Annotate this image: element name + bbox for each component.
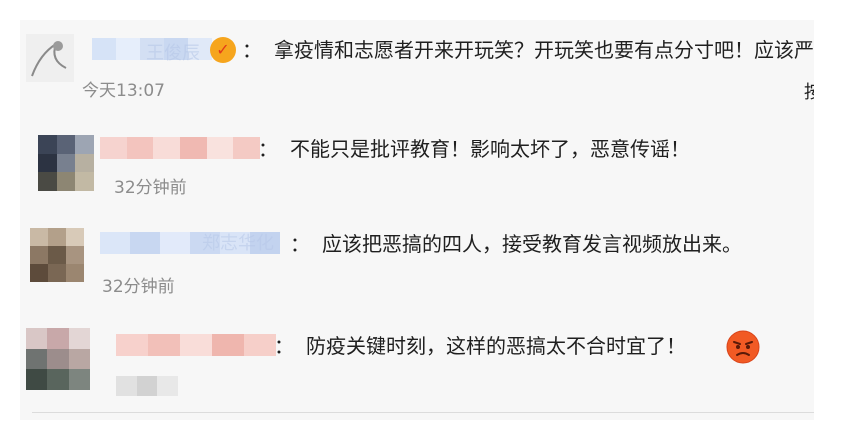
comment-time: 32分钟前 (102, 277, 175, 297)
avatar[interactable] (26, 34, 74, 82)
reply-action-partial[interactable]: 按 (804, 78, 814, 104)
list-divider (32, 412, 814, 413)
comment-text: ：防疫关键时刻，这样的恶搞太不合时宜了！ (274, 334, 686, 358)
comment-text: ：不能只是批评教育！影响太坏了，恶意传谣！ (258, 137, 690, 161)
verified-v-badge-icon: ✓ (210, 37, 236, 63)
comment-item: 郑志华化 ：应该把恶搞的四人，接受教育发言视频放出来。 32分钟前 (20, 210, 814, 310)
comment-item: 王俊辰 ✓ ：拿疫情和志愿者开来开玩笑？开玩笑也要有点分寸吧！应该严惩 今天13… (20, 20, 814, 115)
angry-face-emoji-icon (726, 330, 760, 364)
comment-time: 今天13:07 (82, 81, 165, 101)
username-blurred[interactable] (100, 137, 261, 159)
comment-item: ：不能只是批评教育！影响太坏了，恶意传谣！ 32分钟前 (20, 115, 814, 210)
comment-text: ：应该把恶搞的四人，接受教育发言视频放出来。 (290, 232, 742, 256)
comment-time: 32分钟前 (114, 178, 187, 198)
comment-item: ：防疫关键时刻，这样的恶搞太不合时宜了！ (20, 310, 814, 420)
username-partial[interactable]: 王俊辰 (146, 40, 200, 68)
avatar[interactable] (26, 328, 90, 390)
comment-text: ：拿疫情和志愿者开来开玩笑？开玩笑也要有点分寸吧！应该严惩 (242, 38, 814, 62)
comment-list: 王俊辰 ✓ ：拿疫情和志愿者开来开玩笑？开玩笑也要有点分寸吧！应该严惩 今天13… (20, 20, 814, 420)
avatar[interactable] (38, 135, 94, 191)
time-blurred (116, 376, 179, 396)
username-blurred[interactable] (116, 334, 276, 356)
username-partial[interactable]: 郑志华化 (202, 230, 274, 258)
avatar[interactable] (30, 228, 84, 282)
